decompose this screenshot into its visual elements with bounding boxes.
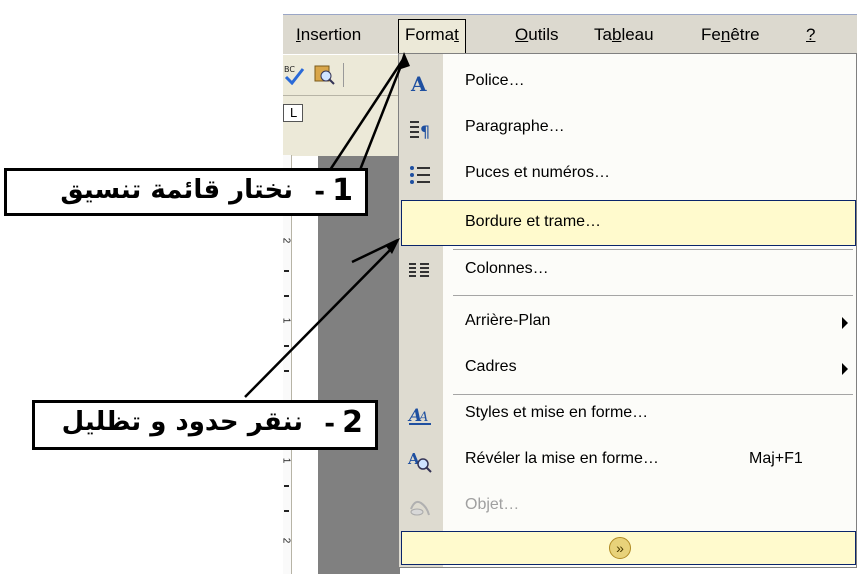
menu-item-reveler[interactable]: A Révéler la mise en forme… Maj+F1 xyxy=(399,438,856,484)
ruler-tick xyxy=(284,370,289,372)
ruler-tick xyxy=(284,510,289,512)
menu-item-label: Styles et mise en forme… xyxy=(465,404,649,421)
vertical-ruler: 2 1 1 2 xyxy=(280,155,292,574)
ruler-tick xyxy=(284,485,289,487)
menu-item-colonnes[interactable]: Colonnes… xyxy=(399,248,856,294)
menu-item-label: Révéler la mise en forme… xyxy=(465,450,659,467)
callout-step-2: 2 - ننقر حدود و تظليل xyxy=(32,400,378,450)
callout-text: ننقر حدود و تظليل xyxy=(61,407,303,437)
standard-toolbar: BC xyxy=(283,55,398,95)
menu-outils[interactable]: Outils xyxy=(515,22,558,48)
ruler-tick xyxy=(284,270,289,272)
submenu-arrow-icon xyxy=(842,317,848,329)
ruler-tick xyxy=(284,295,289,297)
svg-text:BC: BC xyxy=(284,65,295,74)
toolbar-separator xyxy=(343,63,344,87)
callout-text: نختار قائمة تنسيق xyxy=(60,175,293,205)
menu-item-bordure-et-trame[interactable]: Bordure et trame… xyxy=(401,200,856,246)
menu-item-objet: Objet… xyxy=(399,484,856,530)
menu-tableau[interactable]: Tableau xyxy=(594,22,654,48)
ruler-number: 1 xyxy=(280,317,292,324)
columns-icon xyxy=(409,263,429,277)
menu-item-police[interactable]: A Police… xyxy=(399,60,856,106)
menu-item-label: Objet… xyxy=(465,496,520,513)
ruler-number: 2 xyxy=(280,237,292,244)
menu-item-arriere-plan[interactable]: Arrière-Plan xyxy=(399,300,856,346)
menu-item-label: Puces et numéros… xyxy=(465,164,610,181)
svg-text:A: A xyxy=(410,72,427,95)
menu-fenetre[interactable]: Fenêtre xyxy=(701,22,760,48)
ruler-number: 1 xyxy=(280,457,292,464)
document-page-edge xyxy=(291,155,318,574)
menu-item-label: Arrière-Plan xyxy=(465,312,551,329)
menu-help[interactable]: ? xyxy=(806,22,815,48)
tab-selector[interactable]: L xyxy=(283,104,303,122)
spellcheck-icon[interactable]: BC xyxy=(283,63,305,85)
callout-number: 2 xyxy=(342,405,363,440)
research-icon[interactable] xyxy=(313,63,335,85)
bullets-icon xyxy=(410,166,430,184)
chevrons-down-icon[interactable]: » xyxy=(609,537,631,559)
document-background xyxy=(318,95,400,574)
callout-dash: - xyxy=(314,177,325,207)
menu-item-paragraphe[interactable]: ¶ Paragraphe… xyxy=(399,106,856,152)
menu-bar: Insertion Format Outils Tableau Fenêtre … xyxy=(283,14,857,54)
submenu-arrow-icon xyxy=(842,363,848,375)
styles-icon: A A xyxy=(407,406,431,426)
svg-text:A: A xyxy=(418,410,428,425)
ruler-number: 2 xyxy=(280,537,292,544)
menu-item-label: Colonnes… xyxy=(465,260,549,277)
menu-item-styles[interactable]: A A Styles et mise en forme… xyxy=(399,392,856,438)
menu-separator xyxy=(453,295,853,296)
callout-dash: - xyxy=(324,409,335,439)
tab-selector-label: L xyxy=(290,105,298,120)
menu-insertion[interactable]: Insertion xyxy=(296,22,361,48)
format-dropdown-menu: A Police… ¶ Paragraphe… Puces et numéros… xyxy=(398,53,857,568)
menu-item-label: Police… xyxy=(465,72,525,89)
menu-item-shortcut: Maj+F1 xyxy=(749,450,803,467)
callout-step-1: 1 - نختار قائمة تنسيق xyxy=(4,168,368,216)
font-a-icon: A xyxy=(410,72,427,95)
svg-text:¶: ¶ xyxy=(420,122,430,141)
menu-item-cadres[interactable]: Cadres xyxy=(399,346,856,392)
ruler-tick xyxy=(284,345,289,347)
menu-expand-row[interactable]: » xyxy=(401,531,856,565)
object-icon xyxy=(410,500,430,516)
menu-item-puces[interactable]: Puces et numéros… xyxy=(399,152,856,198)
menu-item-label: Cadres xyxy=(465,358,517,375)
reveal-formatting-icon: A xyxy=(407,450,432,473)
menu-item-label: Bordure et trame… xyxy=(465,213,602,230)
paragraph-icon: ¶ xyxy=(410,121,430,141)
menu-item-label: Paragraphe… xyxy=(465,118,565,135)
callout-number: 1 xyxy=(332,173,353,208)
menu-format[interactable]: Format xyxy=(398,19,466,53)
